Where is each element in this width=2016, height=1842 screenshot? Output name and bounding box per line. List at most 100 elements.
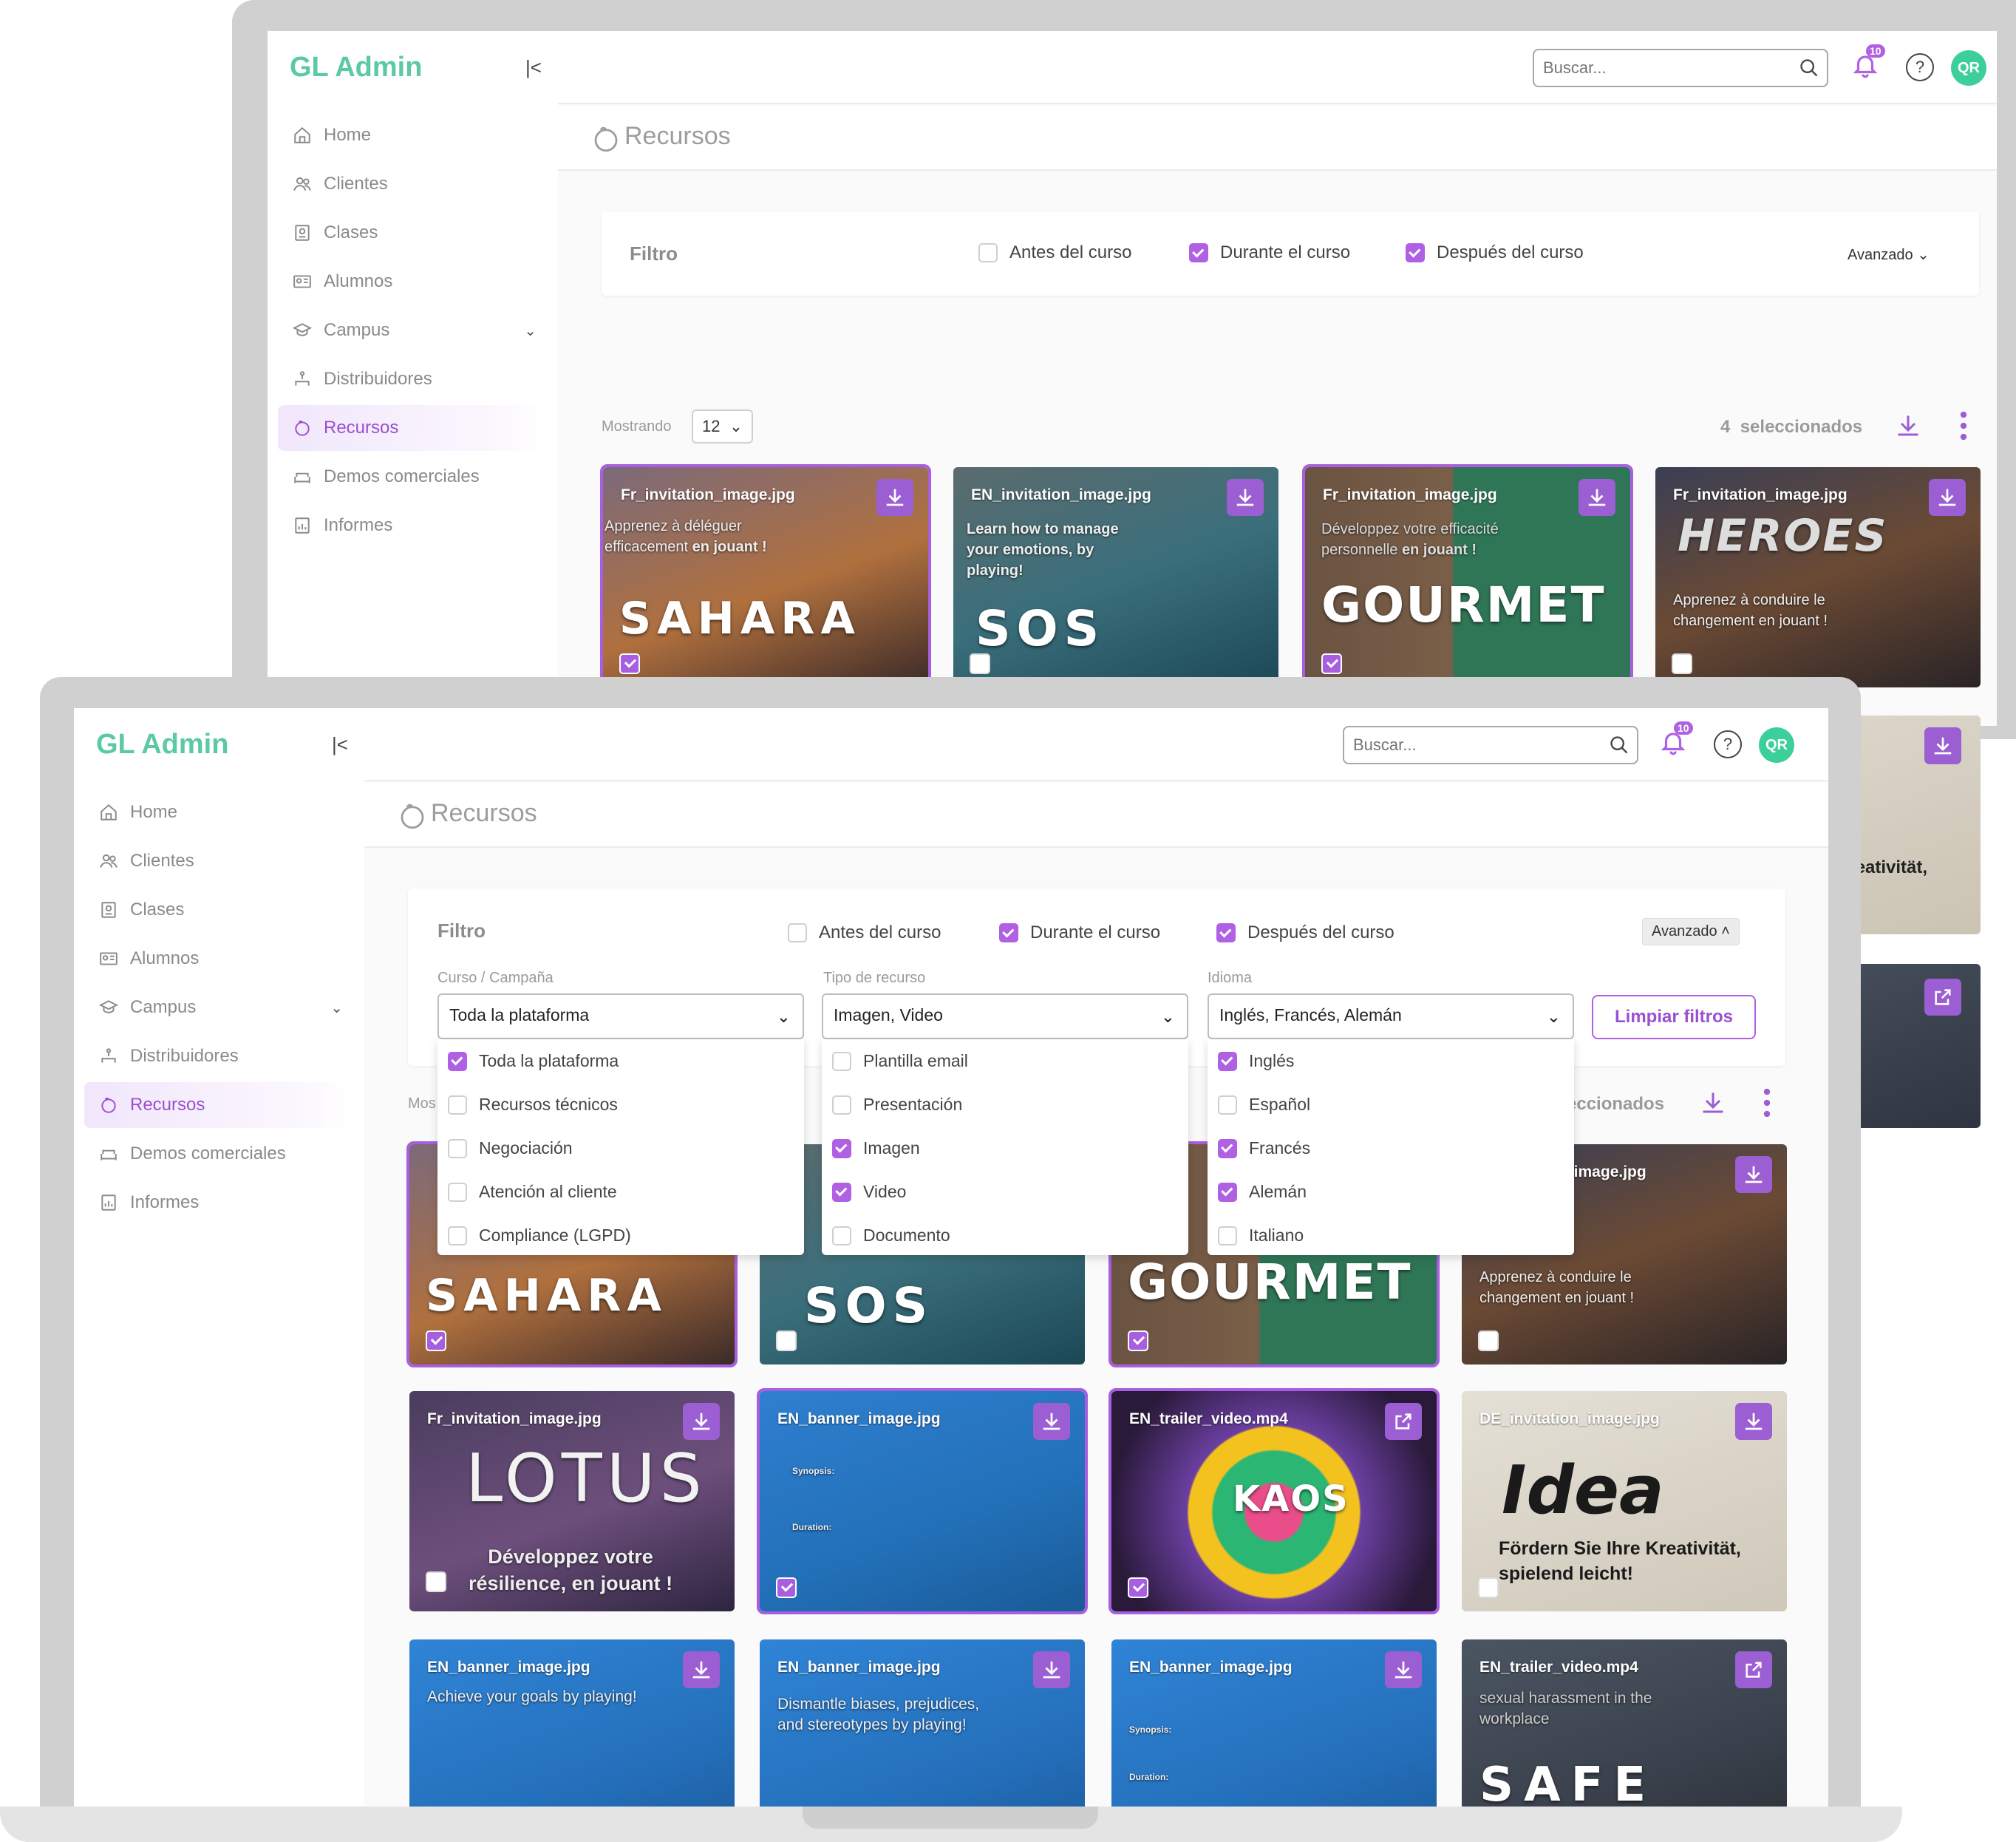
checkbox[interactable] <box>832 1182 851 1202</box>
search-input[interactable] <box>1533 49 1828 87</box>
search-field[interactable] <box>1344 727 1588 763</box>
sidebar-item-distribuidores[interactable]: Distribuidores <box>278 356 547 402</box>
clear-filters-button[interactable]: Limpiar filtros <box>1592 995 1756 1039</box>
sidebar-item-campus[interactable]: Campus ⌄ <box>278 307 547 353</box>
option-documento[interactable]: Documento <box>832 1226 950 1245</box>
option-recursos-tecnicos[interactable]: Recursos técnicos <box>448 1095 618 1115</box>
sidebar-item-clases[interactable]: Clases <box>278 210 547 256</box>
option-italiano[interactable]: Italiano <box>1218 1226 1304 1245</box>
chevron-down-icon[interactable]: ⌄ <box>330 999 343 1017</box>
filter-despues[interactable]: Después del curso <box>1406 242 1584 263</box>
checkbox[interactable] <box>832 1095 851 1115</box>
open-link-icon[interactable] <box>1924 979 1961 1016</box>
search-icon[interactable] <box>1609 735 1630 759</box>
page-size-select[interactable]: 12 ⌄ <box>692 409 754 443</box>
card-checkbox[interactable] <box>1128 1330 1148 1351</box>
card-checkbox[interactable] <box>619 653 640 674</box>
sidebar-item-clientes[interactable]: Clientes <box>84 838 353 884</box>
filter-despues[interactable]: Después del curso <box>1216 922 1394 943</box>
more-options-icon[interactable] <box>1763 1088 1771 1121</box>
option-plantilla-email[interactable]: Plantilla email <box>832 1051 968 1071</box>
sidebar-item-alumnos[interactable]: Alumnos <box>278 259 547 305</box>
card-checkbox[interactable] <box>1672 653 1692 674</box>
avatar[interactable]: QR <box>1951 50 1986 86</box>
card-checkbox[interactable] <box>426 1330 446 1351</box>
checkbox[interactable] <box>1216 923 1236 942</box>
resource-card[interactable]: Fr_invitation_image.jpg HEROES Apprenez … <box>1655 467 1981 687</box>
card-checkbox[interactable] <box>1478 1330 1499 1351</box>
help-icon[interactable]: ? <box>1714 730 1742 758</box>
download-icon[interactable] <box>683 1651 720 1688</box>
download-selected-icon[interactable] <box>1895 412 1921 443</box>
checkbox[interactable] <box>1218 1226 1237 1245</box>
help-icon[interactable]: ? <box>1906 53 1934 81</box>
resource-card[interactable]: Fr_invitation_image.jpg Développez votre… <box>1302 464 1633 690</box>
option-compliance[interactable]: Compliance (LGPD) <box>448 1226 631 1245</box>
open-link-icon[interactable] <box>1385 1403 1422 1440</box>
download-icon[interactable] <box>876 479 913 516</box>
notifications-bell-icon[interactable]: 10 <box>1659 721 1693 761</box>
checkbox[interactable] <box>832 1226 851 1245</box>
card-checkbox[interactable] <box>426 1571 446 1592</box>
download-icon[interactable] <box>1033 1403 1070 1440</box>
sidebar-item-recursos[interactable]: Recursos <box>278 405 547 451</box>
checkbox[interactable] <box>999 923 1018 942</box>
checkbox[interactable] <box>832 1051 851 1071</box>
download-icon[interactable] <box>1924 727 1961 764</box>
curso-select[interactable]: Toda la plataforma ⌄ <box>437 993 804 1039</box>
collapse-sidebar-icon[interactable]: |< <box>525 56 542 79</box>
avatar[interactable]: QR <box>1759 727 1794 763</box>
sidebar-item-home[interactable]: Home <box>84 789 353 835</box>
search-field[interactable] <box>1534 50 1778 86</box>
resource-card[interactable]: EN_banner_image.jpg Synopsis: Duration: <box>757 1388 1088 1614</box>
option-espanol[interactable]: Español <box>1218 1095 1310 1115</box>
option-presentacion[interactable]: Presentación <box>832 1095 962 1115</box>
checkbox[interactable] <box>448 1138 467 1158</box>
sidebar-item-clientes[interactable]: Clientes <box>278 161 547 207</box>
checkbox[interactable] <box>448 1095 467 1115</box>
checkbox[interactable] <box>448 1226 467 1245</box>
resource-card[interactable]: DE_invitation_image.jpg Idea Fördern Sie… <box>1462 1391 1787 1611</box>
card-checkbox[interactable] <box>776 1577 797 1598</box>
resource-card[interactable]: EN_banner_image.jpg Synopsis: Duration: <box>1111 1639 1437 1807</box>
sidebar-item-alumnos[interactable]: Alumnos <box>84 936 353 982</box>
option-negociacion[interactable]: Negociación <box>448 1138 573 1158</box>
download-icon[interactable] <box>1227 479 1264 516</box>
download-icon[interactable] <box>1735 1403 1772 1440</box>
notifications-bell-icon[interactable]: 10 <box>1851 44 1885 84</box>
filter-durante[interactable]: Durante el curso <box>999 922 1160 943</box>
advanced-toggle[interactable]: Avanzado ˄ <box>1642 918 1740 945</box>
resource-card[interactable]: EN_trailer_video.mp4 KAOS <box>1109 1388 1440 1614</box>
checkbox[interactable] <box>1218 1051 1237 1071</box>
checkbox[interactable] <box>978 243 998 262</box>
resource-card[interactable]: EN_banner_image.jpg Achieve your goals b… <box>409 1639 735 1807</box>
download-icon[interactable] <box>1033 1651 1070 1688</box>
idioma-select[interactable]: Inglés, Francés, Alemán ⌄ <box>1208 993 1574 1039</box>
sidebar-item-distribuidores[interactable]: Distribuidores <box>84 1033 353 1079</box>
resource-card[interactable]: Fr_invitation_image.jpg Apprenez à délég… <box>600 464 931 690</box>
sidebar-item-campus[interactable]: Campus ⌄ <box>84 985 353 1030</box>
option-imagen[interactable]: Imagen <box>832 1138 920 1158</box>
card-checkbox[interactable] <box>1478 1577 1499 1598</box>
download-selected-icon[interactable] <box>1700 1090 1726 1120</box>
card-checkbox[interactable] <box>1321 653 1342 674</box>
collapse-sidebar-icon[interactable]: |< <box>332 733 348 756</box>
option-frances[interactable]: Francés <box>1218 1138 1310 1158</box>
sidebar-item-demos[interactable]: Demos comerciales <box>278 454 547 500</box>
resource-card[interactable]: EN_invitation_image.jpg Learn how to man… <box>953 467 1278 687</box>
option-aleman[interactable]: Alemán <box>1218 1182 1307 1202</box>
option-ingles[interactable]: Inglés <box>1218 1051 1294 1071</box>
resource-card[interactable]: EN_banner_image.jpg Dismantle biases, pr… <box>760 1639 1085 1807</box>
resource-card[interactable]: Fr_invitation_image.jpg LOTUS Développez… <box>409 1391 735 1611</box>
card-checkbox[interactable] <box>776 1330 797 1351</box>
checkbox[interactable] <box>832 1138 851 1158</box>
card-checkbox[interactable] <box>970 653 990 674</box>
checkbox[interactable] <box>1218 1138 1237 1158</box>
tipo-select[interactable]: Imagen, Video ⌄ <box>822 993 1188 1039</box>
checkbox[interactable] <box>1218 1095 1237 1115</box>
checkbox[interactable] <box>1406 243 1425 262</box>
advanced-toggle[interactable]: Avanzado ⌄ <box>1848 245 1930 264</box>
option-video[interactable]: Video <box>832 1182 906 1202</box>
open-link-icon[interactable] <box>1735 1651 1772 1688</box>
checkbox[interactable] <box>1189 243 1208 262</box>
